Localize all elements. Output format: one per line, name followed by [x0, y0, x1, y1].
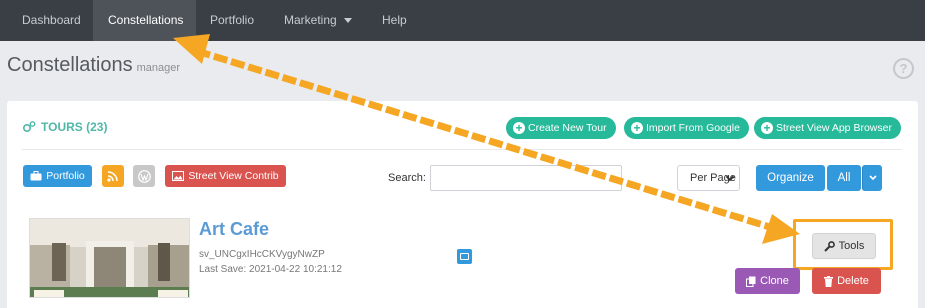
nav-constellations-label: Constellations — [108, 13, 184, 27]
page-title-text: Constellations — [7, 54, 133, 76]
cogs-icon — [22, 121, 36, 133]
nav-constellations[interactable]: Constellations — [93, 0, 196, 41]
street-view-app-browser-button[interactable]: + Street View App Browser — [754, 117, 901, 139]
top-navbar: Dashboard Constellations Portfolio Marke… — [0, 0, 925, 41]
nav-portfolio-label: Portfolio — [210, 13, 255, 27]
per-page-select[interactable]: Per Page — [677, 165, 740, 191]
search-label: Search: — [388, 172, 426, 184]
rss-button[interactable] — [102, 165, 124, 187]
filter-dropdown-toggle[interactable] — [862, 165, 882, 191]
portfolio-button-label: Portfolio — [46, 170, 85, 182]
import-from-google-button[interactable]: + Import From Google — [624, 117, 749, 139]
tour-title-link[interactable]: Art Cafe — [199, 219, 269, 240]
help-icon[interactable]: ? — [893, 58, 914, 79]
street-view-contrib-label: Street View Contrib — [188, 170, 279, 182]
chevron-down-icon — [343, 18, 352, 24]
nav-dashboard-label: Dashboard — [22, 13, 81, 27]
portfolio-button[interactable]: Portfolio — [23, 165, 92, 187]
plus-circle-icon: + — [631, 122, 643, 134]
panorama-thumbnail-image — [30, 219, 189, 297]
delete-button[interactable]: Delete — [812, 268, 881, 294]
create-new-tour-label: Create New Tour — [528, 122, 607, 134]
street-view-app-browser-label: Street View App Browser — [776, 122, 892, 134]
nav-help-label: Help — [382, 13, 407, 27]
chevron-down-icon — [868, 175, 877, 181]
tours-heading-label: TOURS (23) — [41, 120, 108, 134]
divider — [22, 149, 902, 150]
organize-button[interactable]: Organize — [756, 165, 825, 191]
tools-button-label: Tools — [838, 240, 865, 252]
search-input[interactable] — [430, 165, 622, 191]
organize-label: Organize — [767, 172, 814, 184]
street-view-badge-icon[interactable] — [457, 249, 472, 264]
wordpress-button[interactable] — [133, 165, 155, 187]
tour-last-save: Last Save: 2021-04-22 10:21:12 — [199, 264, 342, 275]
wordpress-icon — [137, 169, 151, 183]
image-icon — [172, 171, 185, 181]
delete-button-label: Delete — [837, 275, 869, 287]
import-from-google-label: Import From Google — [646, 122, 740, 134]
copy-icon — [746, 276, 756, 287]
filter-all-button[interactable]: All — [827, 165, 861, 191]
nav-marketing[interactable]: Marketing — [270, 0, 369, 41]
tours-heading: TOURS (23) — [22, 120, 107, 134]
nav-help[interactable]: Help — [369, 0, 423, 41]
nav-dashboard[interactable]: Dashboard — [0, 0, 93, 41]
plus-circle-icon: + — [513, 122, 525, 134]
clone-button-label: Clone — [760, 275, 789, 287]
filter-all-label: All — [837, 172, 851, 184]
tools-button[interactable]: Tools — [812, 233, 876, 259]
plus-circle-icon: + — [761, 122, 773, 134]
wrench-icon — [823, 240, 835, 252]
tour-id: sv_UNCgxIHcCKVygyNwZP — [199, 249, 325, 260]
nav-portfolio[interactable]: Portfolio — [196, 0, 270, 41]
page-subtitle: manager — [136, 62, 181, 74]
street-view-contrib-button[interactable]: Street View Contrib — [165, 165, 286, 187]
create-new-tour-button[interactable]: + Create New Tour — [506, 117, 616, 139]
rss-icon — [107, 171, 118, 182]
tour-thumbnail[interactable] — [29, 218, 190, 298]
trash-icon — [824, 275, 834, 287]
briefcase-icon — [30, 171, 42, 181]
clone-button[interactable]: Clone — [735, 268, 800, 294]
page-title: Constellations manager — [7, 54, 180, 77]
nav-marketing-label: Marketing — [284, 13, 337, 27]
